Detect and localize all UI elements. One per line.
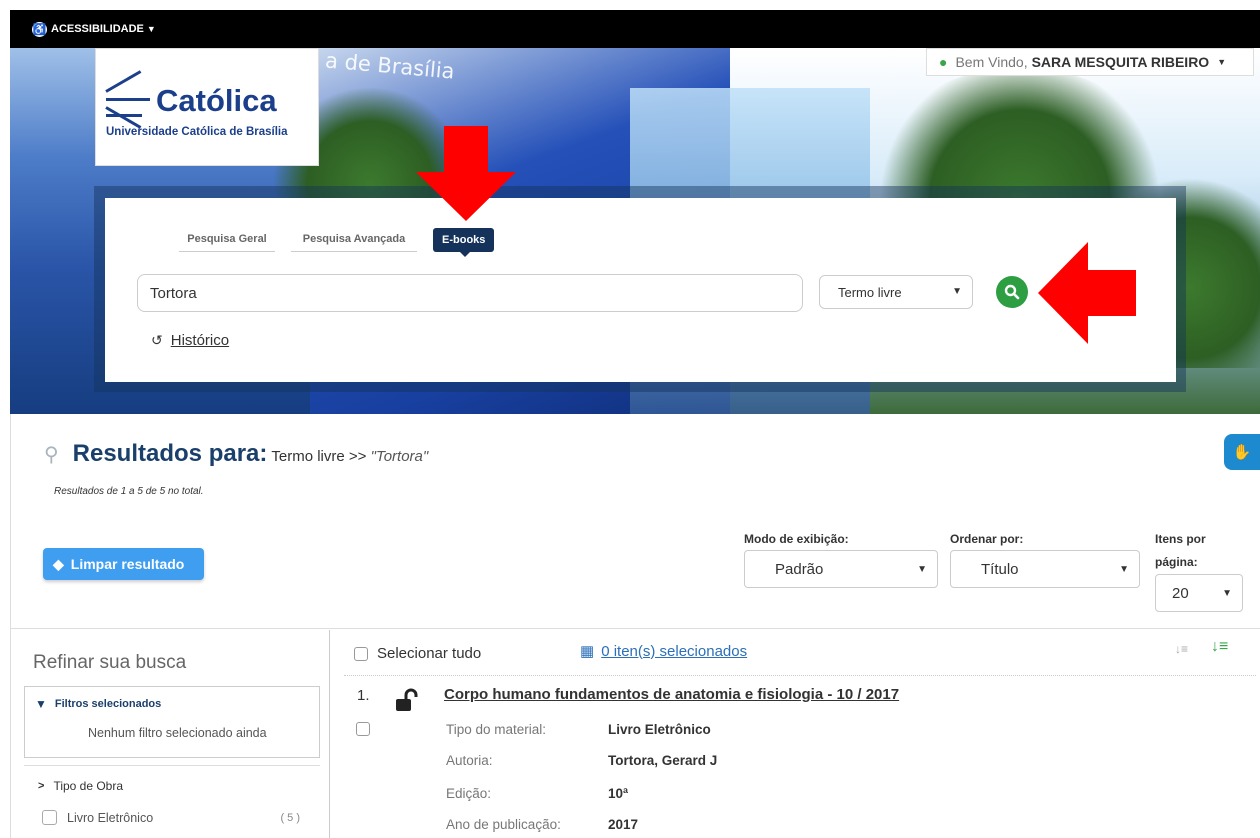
- tab-advanced-search[interactable]: Pesquisa Avançada: [291, 229, 417, 252]
- result-checkbox[interactable]: [356, 722, 370, 736]
- accessibility-menu[interactable]: ACESSIBILIDADE: [51, 23, 144, 35]
- selected-items-link[interactable]: ▦ 0 iten(s) selecionados: [580, 642, 747, 661]
- search-icon: ⚲: [44, 444, 59, 466]
- search-tabs: Pesquisa Geral Pesquisa Avançada E-books: [179, 228, 495, 257]
- basket-icon: ▦: [580, 643, 595, 660]
- sort-descending-icon[interactable]: ↓≡: [1175, 642, 1188, 656]
- per-page-select[interactable]: 20 ▼: [1155, 574, 1243, 612]
- results-heading: ⚲ Resultados para: Termo livre >> "Torto…: [44, 440, 429, 467]
- filter-icon: ▼: [35, 697, 47, 711]
- results-term: "Tortora": [370, 448, 429, 465]
- facet-checkbox[interactable]: [42, 810, 57, 825]
- sort-ascending-icon[interactable]: ↓≡: [1211, 638, 1228, 656]
- tab-ebooks[interactable]: E-books: [433, 228, 495, 257]
- tab-general-search[interactable]: Pesquisa Geral: [179, 229, 275, 252]
- search-button[interactable]: [996, 276, 1028, 308]
- facet-count: ( 5 ): [280, 811, 300, 824]
- search-field-select[interactable]: Termo livre ▼: [819, 275, 973, 309]
- caret-down-icon: ▼: [1217, 57, 1227, 67]
- no-filters-text: Nenhum filtro selecionado ainda: [88, 726, 267, 740]
- select-all-checkbox[interactable]: [354, 646, 368, 661]
- field-value: 10ª: [608, 786, 629, 801]
- top-spacer: [0, 0, 1260, 10]
- display-mode-select[interactable]: Padrão ▼: [744, 550, 938, 588]
- accessibility-bar: ♿ ACESSIBILIDADE ▼: [10, 10, 1260, 48]
- user-name: SARA MESQUITA RIBEIRO: [1031, 54, 1210, 70]
- university-logo[interactable]: Católica Universidade Católica de Brasíl…: [95, 48, 319, 166]
- eraser-icon: ◆: [53, 555, 64, 572]
- logo-subtitle: Universidade Católica de Brasília: [106, 126, 288, 138]
- logo-wordmark: Católica: [156, 83, 277, 118]
- clear-results-button[interactable]: ◆ Limpar resultado: [43, 548, 204, 580]
- search-icon: [1004, 284, 1020, 300]
- facet-group-tipo-de-obra[interactable]: > Tipo de Obra: [38, 779, 123, 793]
- chevron-down-icon: ▼: [1222, 587, 1232, 599]
- field-key: Ano de publicação:: [446, 817, 561, 832]
- display-mode-label: Modo de exibição:: [744, 532, 849, 546]
- field-value: Livro Eletrônico: [608, 722, 711, 737]
- sign-language-icon[interactable]: ✋: [1224, 434, 1260, 470]
- chevron-down-icon: ▼: [952, 286, 962, 297]
- results-count: Resultados de 1 a 5 de 5 no total.: [54, 486, 204, 497]
- logo-mark-icon: [105, 70, 152, 129]
- chevron-right-icon: >: [38, 780, 45, 792]
- chevron-down-icon: ▼: [917, 563, 927, 575]
- field-value: 2017: [608, 817, 639, 832]
- field-value: Tortora, Gerard J: [608, 753, 718, 768]
- sort-select[interactable]: Título ▼: [950, 550, 1140, 588]
- user-icon: ●: [939, 54, 948, 70]
- accessibility-icon: ♿: [32, 21, 47, 37]
- select-all[interactable]: Selecionar tudo: [354, 645, 481, 662]
- unlocked-icon: [396, 688, 418, 711]
- refine-title: Refinar sua busca: [33, 652, 187, 673]
- chevron-down-icon: ▼: [146, 24, 156, 34]
- result-number: 1.: [357, 687, 370, 704]
- welcome-prefix: Bem Vindo,: [955, 54, 1028, 70]
- selected-filters-box: ▼ Filtros selecionados Nenhum filtro sel…: [24, 686, 320, 758]
- per-page-label-2: página:: [1155, 555, 1198, 569]
- search-input[interactable]: [137, 274, 803, 312]
- facet-livro-eletronico[interactable]: Livro Eletrônico ( 5 ): [42, 810, 300, 825]
- field-key: Edição:: [446, 786, 492, 801]
- chevron-down-icon: ▼: [1119, 563, 1129, 575]
- history-link[interactable]: ↺ Histórico: [151, 332, 229, 349]
- annotation-arrow-left: [1038, 242, 1136, 344]
- history-icon: ↺: [151, 332, 163, 348]
- field-key: Autoria:: [446, 753, 493, 768]
- search-panel: Pesquisa Geral Pesquisa Avançada E-books…: [105, 198, 1176, 382]
- user-menu[interactable]: ● Bem Vindo, SARA MESQUITA RIBEIRO ▼: [926, 48, 1254, 76]
- field-key: Tipo do material:: [446, 722, 547, 737]
- annotation-arrow-down: [416, 126, 516, 221]
- sort-label: Ordenar por:: [950, 532, 1024, 546]
- result-title-link[interactable]: Corpo humano fundamentos de anatomia e f…: [444, 686, 899, 703]
- per-page-label: Itens por: [1155, 532, 1206, 546]
